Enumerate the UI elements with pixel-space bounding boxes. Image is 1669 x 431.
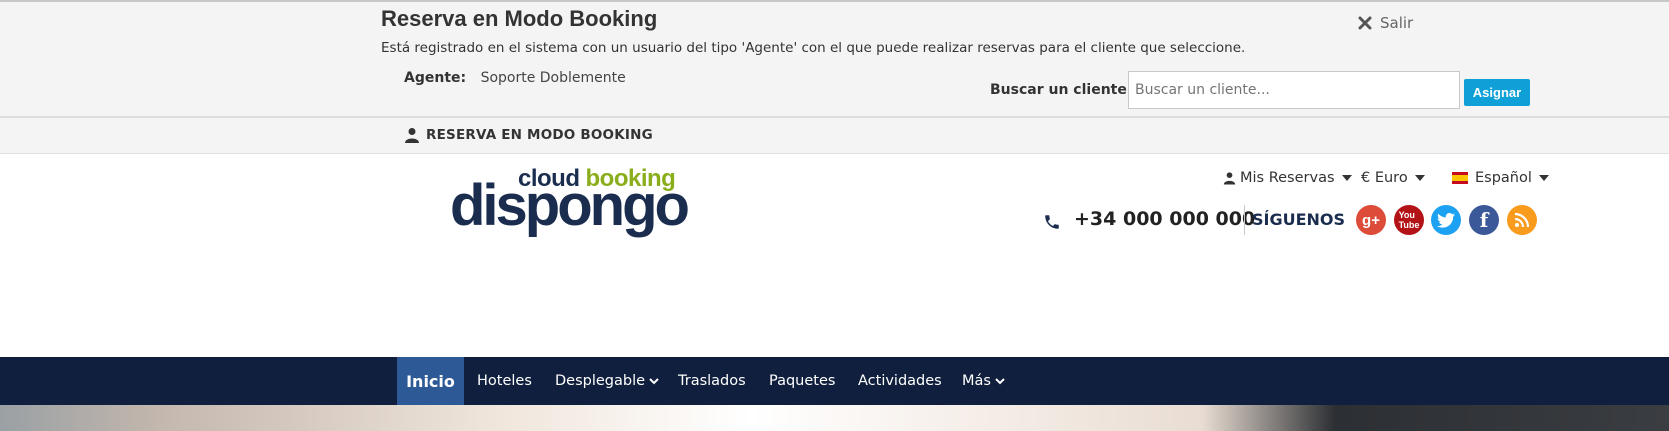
language-selector[interactable]: Español [1452, 170, 1549, 186]
exit-label: Salir [1380, 14, 1414, 32]
agent-row: Agente: Soporte Doblemente [404, 70, 626, 86]
follow-us-label: SÍGUENOS [1252, 210, 1346, 229]
facebook-icon[interactable]: f [1469, 205, 1499, 235]
phone-number: +34 000 000 000 [1074, 208, 1256, 230]
twitter-bird-glyph [1437, 212, 1455, 228]
agent-value: Soporte Doblemente [480, 70, 626, 86]
nav-item-hoteles[interactable]: Hoteles [477, 357, 532, 405]
nav-item-label: Desplegable [555, 373, 646, 389]
panel-title: Reserva en Modo Booking [381, 6, 658, 31]
booking-mode-strip [0, 118, 1669, 154]
nav-item-desplegable[interactable]: Desplegable [555, 357, 659, 405]
nav-item-traslados[interactable]: Traslados [678, 357, 746, 405]
nav-item-inicio[interactable]: Inicio [397, 357, 464, 405]
assign-button[interactable]: Asignar [1464, 79, 1530, 106]
logo-booking-text: booking [585, 165, 676, 192]
close-icon [1358, 16, 1372, 30]
search-client-input[interactable] [1128, 71, 1460, 109]
currency-label: € Euro [1361, 170, 1408, 186]
nav-item-paquetes[interactable]: Paquetes [769, 357, 835, 405]
caret-down-icon [1341, 175, 1352, 181]
google-plus-icon[interactable]: g+ [1356, 205, 1386, 235]
twitter-icon[interactable] [1431, 205, 1461, 235]
nav-item-label: Más [962, 373, 991, 389]
user-icon [405, 128, 419, 143]
logo-cloud-text: cloud [518, 165, 580, 192]
spain-flag-icon [1452, 172, 1468, 184]
my-bookings-label: Mis Reservas [1240, 170, 1335, 186]
language-label: Español [1475, 170, 1532, 186]
youtube-icon[interactable]: You Tube [1394, 205, 1424, 235]
search-client-label: Buscar un cliente: [990, 82, 1133, 98]
header-divider [1244, 205, 1245, 235]
exit-button[interactable]: Salir [1358, 14, 1413, 32]
booking-mode-label: RESERVA EN MODO BOOKING [426, 127, 653, 143]
phone-icon [1045, 215, 1059, 229]
nav-item-actividades[interactable]: Actividades [858, 357, 942, 405]
agent-label: Agente: [404, 70, 467, 86]
my-bookings-menu[interactable]: Mis Reservas [1223, 170, 1352, 186]
nav-item-mas[interactable]: Más [962, 357, 1005, 405]
booking-mode-link[interactable]: RESERVA EN MODO BOOKING [404, 127, 653, 143]
hero-image [0, 405, 1669, 431]
chevron-down-icon [649, 378, 659, 385]
rss-glyph [1514, 212, 1530, 228]
currency-selector[interactable]: € Euro [1361, 170, 1425, 186]
rss-icon[interactable] [1507, 205, 1537, 235]
logo-tagline: cloud booking [518, 165, 676, 193]
user-icon [1223, 172, 1236, 185]
caret-down-icon [1538, 175, 1549, 181]
chevron-down-icon [995, 378, 1005, 385]
panel-description: Está registrado en el sistema con un usu… [381, 40, 1246, 56]
caret-down-icon [1414, 175, 1425, 181]
